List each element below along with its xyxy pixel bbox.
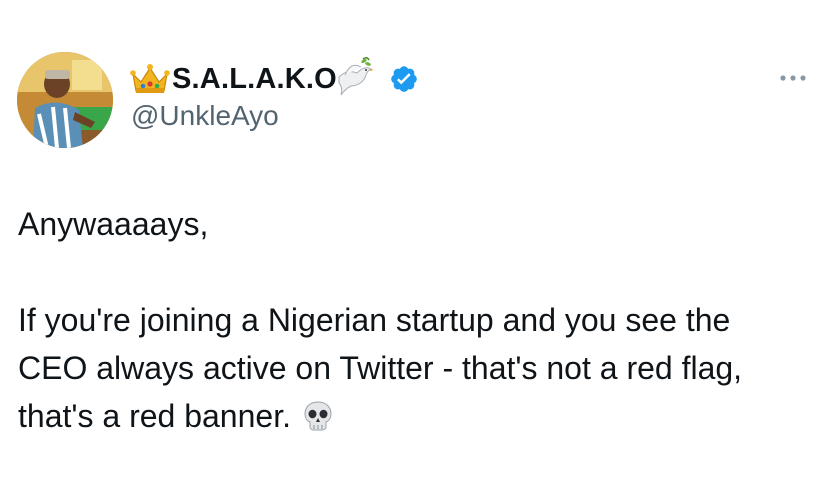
author-name-row[interactable]: S.A.L.A.K.O — [130, 56, 419, 98]
tweet-paragraph: If you're joining a Nigerian startup and… — [18, 296, 808, 440]
tweet-card: S.A.L.A.K.O @UnkleAyo Anywaaaays, If you… — [0, 0, 828, 482]
user-handle[interactable]: @UnkleAyo — [131, 100, 279, 132]
tweet-text: Anywaaaays, If you're joining a Nigerian… — [18, 200, 808, 440]
crown-icon — [130, 62, 170, 96]
verified-badge-icon[interactable] — [389, 64, 419, 94]
dove-icon — [333, 55, 377, 97]
tweet-body: If you're joining a Nigerian startup and… — [18, 302, 743, 434]
more-options-icon[interactable] — [778, 66, 808, 90]
avatar[interactable] — [17, 52, 113, 148]
tweet-line-greeting: Anywaaaays, — [18, 206, 209, 242]
skull-icon — [301, 398, 335, 432]
display-name[interactable]: S.A.L.A.K.O — [172, 63, 337, 96]
